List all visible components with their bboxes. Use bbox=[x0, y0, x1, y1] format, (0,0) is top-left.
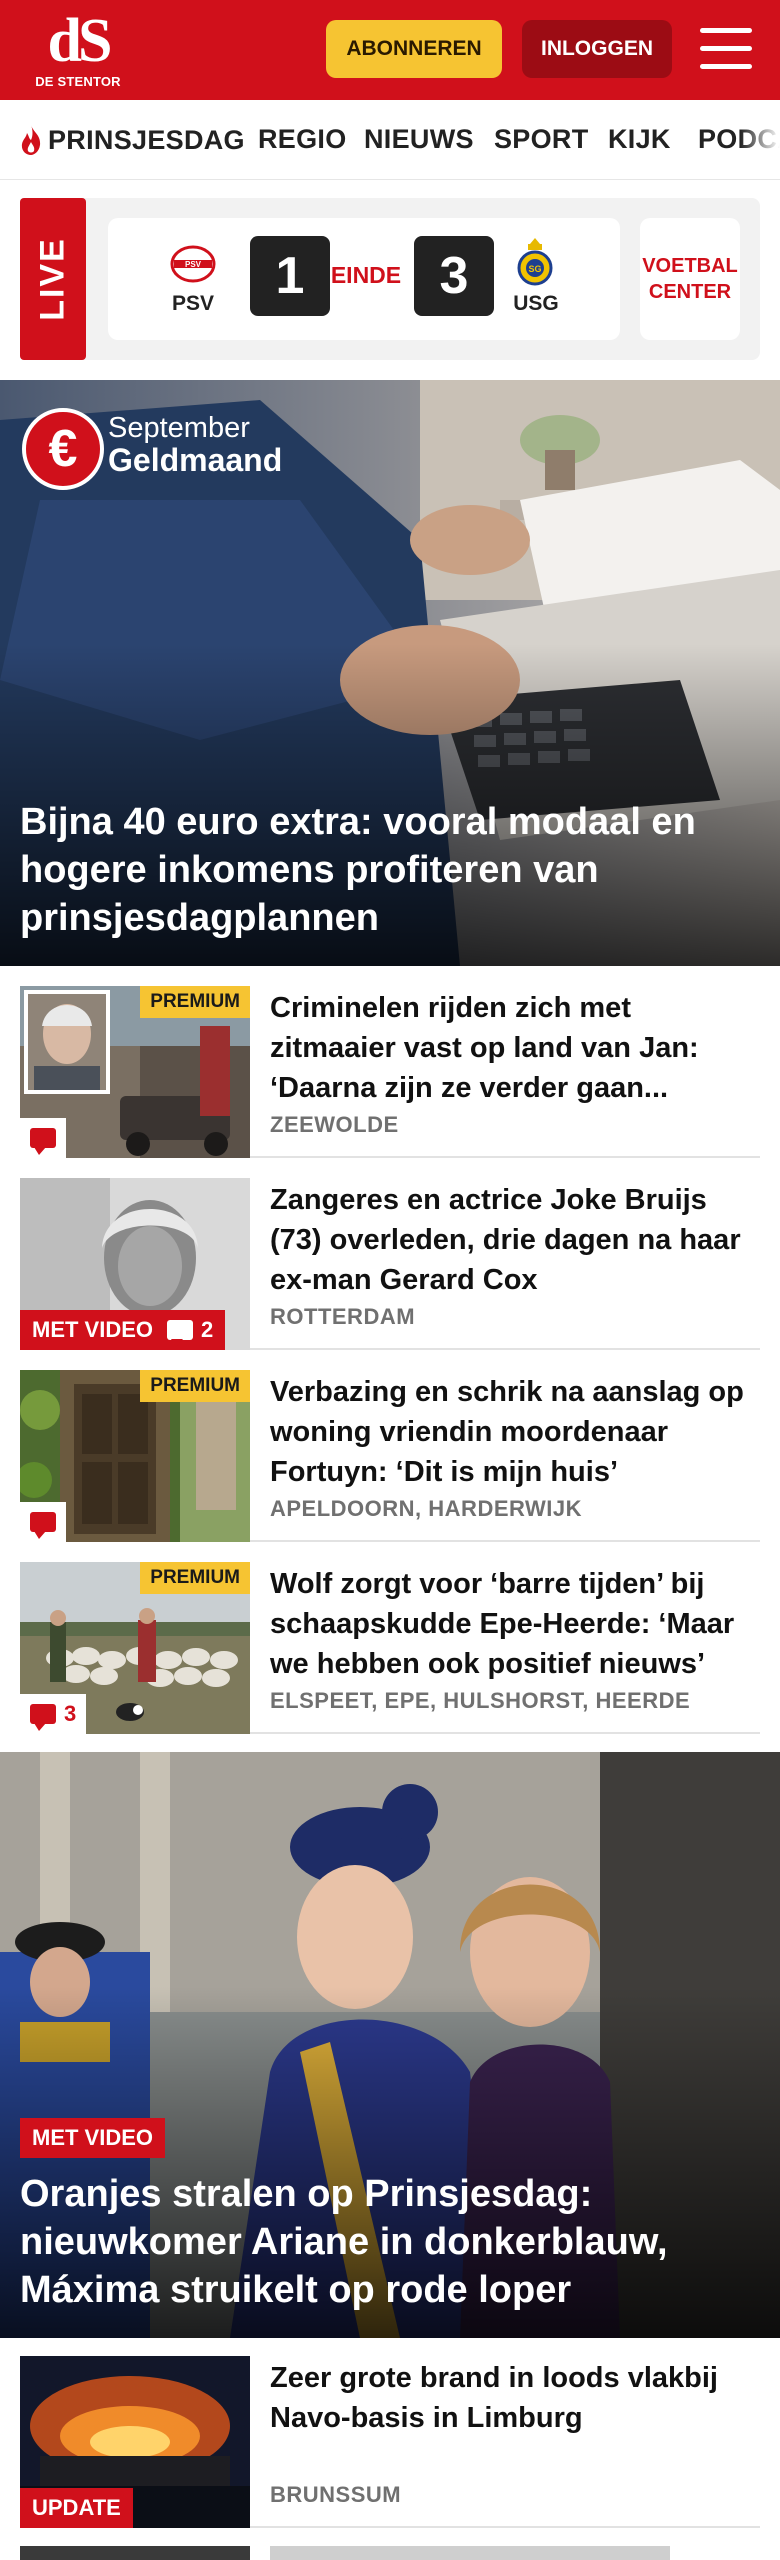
article-location: ELSPEET, EPE, HULSHORST, HEERDE bbox=[270, 1688, 691, 1713]
top-bar: dS DE STENTOR ABONNEREN INLOGGEN bbox=[0, 0, 780, 100]
article-location: ZEEWOLDE bbox=[270, 1112, 399, 1137]
comment-badge[interactable] bbox=[20, 1118, 66, 1158]
video-badge: MET VIDEO 2 bbox=[20, 1310, 226, 1350]
comment-icon bbox=[30, 1512, 56, 1539]
article-location: BRUNSSUM bbox=[270, 2482, 402, 2507]
premium-badge: PREMIUM bbox=[140, 1370, 250, 1402]
article-item-epe-heerde[interactable]: PREMIUM 3 Wolf zorgt voor ‘barre tijden’… bbox=[20, 1562, 760, 1734]
match-status: EINDE bbox=[330, 262, 402, 288]
home-team-name: PSV bbox=[171, 292, 215, 315]
comment-icon bbox=[30, 1704, 56, 1731]
article-thumbnail: MET VIDEO 2 bbox=[20, 1178, 250, 1350]
nav-label-prinsjesdag: PRINSJESDAG bbox=[48, 124, 245, 155]
video-label: MET VIDEO bbox=[32, 1317, 154, 1342]
logo-subtitle: DE STENTOR bbox=[35, 74, 121, 89]
hamburger-icon[interactable] bbox=[700, 26, 752, 72]
article-thumbnail: PREMIUM bbox=[20, 1370, 250, 1542]
hero-article-geldmaand[interactable]: € September Geldmaand Bijna 40 euro extr… bbox=[0, 380, 780, 966]
euro-badge-icon: € bbox=[22, 408, 104, 490]
article-location: APELDOORN, HARDERWIJK bbox=[270, 1496, 583, 1521]
svg-text:PSV: PSV bbox=[185, 260, 202, 269]
article-title: Wolf zorgt voor ‘barre tijden’ bij schaa… bbox=[270, 1568, 735, 1680]
nav-item-prinsjesdag[interactable]: PRINSJESDAG bbox=[18, 124, 245, 156]
article-title: Verbazing en schrik na aanslag op woning… bbox=[270, 1376, 744, 1488]
comment-count[interactable]: 2 bbox=[167, 1317, 214, 1347]
geldmaand-line2: Geldmaand bbox=[108, 442, 283, 478]
away-team-name: USG bbox=[513, 292, 559, 315]
comment-badge[interactable]: 3 bbox=[20, 1694, 87, 1734]
live-scores: LIVE PSV PSV 1 EINDE 3 SG USG VOETBAL CE… bbox=[20, 198, 760, 360]
update-badge: UPDATE bbox=[20, 2488, 133, 2528]
comment-count-value: 2 bbox=[201, 1317, 214, 1342]
live-label: LIVE bbox=[33, 237, 72, 321]
match-card[interactable]: PSV PSV 1 EINDE 3 SG USG bbox=[108, 218, 620, 340]
geldmaand-line1: September bbox=[108, 412, 250, 444]
article-item-brunssum[interactable]: UPDATE Zeer grote brand in loods vlakbij… bbox=[20, 2356, 760, 2528]
away-score: 3 bbox=[414, 236, 494, 316]
nav-item-regio[interactable]: REGIO bbox=[258, 124, 347, 155]
article-item-zeewolde[interactable]: PREMIUM Criminelen rijden zich met zitma… bbox=[20, 986, 760, 1158]
article-title: Criminelen rijden zich met zitmaaier vas… bbox=[270, 992, 699, 1104]
article-item-apeldoorn[interactable]: PREMIUM Verbazing en schrik na aanslag o… bbox=[20, 1370, 760, 1542]
nav-fade bbox=[740, 100, 780, 179]
next-article-thumbnail-peek bbox=[20, 2546, 250, 2560]
article-title: Zeer grote brand in loods vlakbij Navo-b… bbox=[270, 2362, 718, 2434]
home-score: 1 bbox=[250, 236, 330, 316]
hero1-title: Bijna 40 euro extra: vooral modaal en ho… bbox=[20, 801, 696, 939]
usg-logo-icon: SG bbox=[517, 238, 553, 286]
psv-logo-icon: PSV bbox=[170, 245, 216, 283]
flame-icon bbox=[21, 125, 41, 155]
voetbal-center-button[interactable]: VOETBAL CENTER bbox=[640, 218, 740, 340]
article-location: ROTTERDAM bbox=[270, 1304, 416, 1329]
article-item-rotterdam[interactable]: MET VIDEO 2 Zangeres en actrice Joke Bru… bbox=[20, 1178, 760, 1350]
next-article-title-peek bbox=[270, 2546, 670, 2560]
svg-text:SG: SG bbox=[528, 264, 541, 274]
comment-icon bbox=[167, 1320, 194, 1347]
article-thumbnail: PREMIUM 3 bbox=[20, 1562, 250, 1734]
hero2-title: Oranjes stralen op Prinsjesdag: nieuwkom… bbox=[20, 2173, 668, 2311]
video-badge: MET VIDEO bbox=[20, 2118, 166, 2158]
premium-badge: PREMIUM bbox=[140, 986, 250, 1018]
live-tag: LIVE bbox=[20, 198, 86, 360]
premium-badge: PREMIUM bbox=[140, 1562, 250, 1594]
subscribe-button[interactable]: ABONNEREN bbox=[326, 20, 502, 78]
hero-article-prinsjesdag[interactable]: MET VIDEO Oranjes stralen op Prinsjesdag… bbox=[0, 1752, 780, 2338]
comment-count-value: 3 bbox=[64, 1701, 77, 1726]
article-thumbnail: UPDATE bbox=[20, 2356, 250, 2528]
logo-mark: dS bbox=[47, 7, 113, 75]
article-title: Zangeres en actrice Joke Bruijs (73) ove… bbox=[270, 1184, 741, 1296]
nav-item-kijk[interactable]: KIJK bbox=[608, 124, 671, 155]
nav-item-sport[interactable]: SPORT bbox=[494, 124, 589, 155]
login-button[interactable]: INLOGGEN bbox=[522, 20, 672, 78]
comment-badge[interactable] bbox=[20, 1502, 66, 1542]
comment-icon bbox=[30, 1128, 56, 1155]
site-logo[interactable]: dS DE STENTOR bbox=[28, 10, 128, 90]
section-nav: PRINSJESDAG REGIO NIEUWS SPORT KIJK PODC… bbox=[0, 100, 780, 180]
article-thumbnail: PREMIUM bbox=[20, 986, 250, 1158]
nav-item-nieuws[interactable]: NIEUWS bbox=[364, 124, 474, 155]
